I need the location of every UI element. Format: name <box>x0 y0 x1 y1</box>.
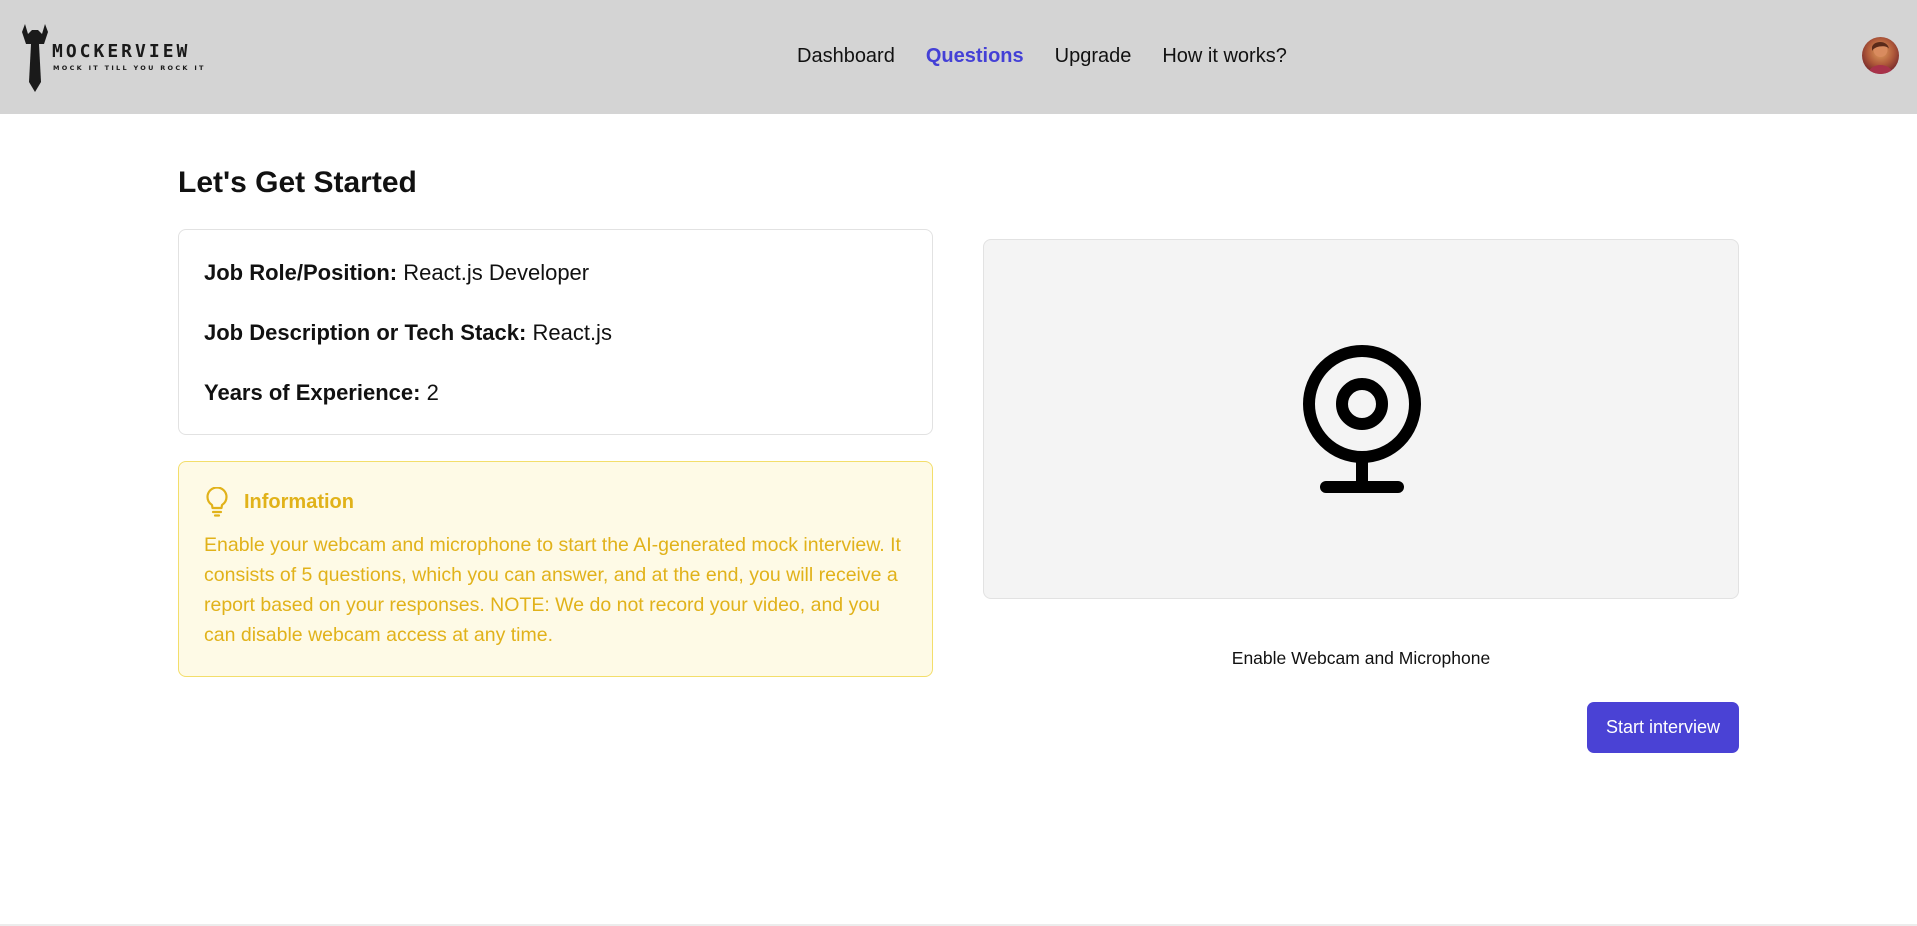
main-nav: Dashboard Questions Upgrade How it works… <box>797 44 1318 68</box>
information-text: Enable your webcam and microphone to sta… <box>204 534 901 646</box>
user-avatar[interactable] <box>1862 37 1899 74</box>
experience-label: Years of Experience: <box>204 380 421 405</box>
logo-tagline: MOCK IT TILL YOU ROCK IT <box>53 64 206 72</box>
nav-upgrade[interactable]: Upgrade <box>1055 44 1132 68</box>
tech-stack-row: Job Description or Tech Stack: React.js <box>204 320 907 346</box>
necktie-icon <box>22 24 48 92</box>
nav-dashboard[interactable]: Dashboard <box>797 44 895 68</box>
information-card: Information Enable your webcam and micro… <box>178 461 933 677</box>
experience-value: 2 <box>426 380 439 405</box>
enable-webcam-link[interactable]: Enable Webcam and Microphone <box>983 647 1739 669</box>
page-title: Let's Get Started <box>178 166 417 199</box>
job-role-value: React.js Developer <box>403 260 590 285</box>
logo-name: MOCKERVIEW <box>52 41 191 62</box>
information-title: Information <box>244 490 354 513</box>
nav-how-it-works[interactable]: How it works? <box>1162 44 1286 68</box>
lightbulb-icon <box>206 487 228 517</box>
start-interview-button[interactable]: Start interview <box>1587 702 1739 753</box>
avatar-image <box>1868 41 1893 74</box>
logo[interactable]: MOCKERVIEW MOCK IT TILL YOU ROCK IT <box>22 22 222 92</box>
job-details-card: Job Role/Position: React.js Developer Jo… <box>178 229 933 435</box>
webcam-icon <box>1303 345 1421 493</box>
tech-stack-label: Job Description or Tech Stack: <box>204 320 527 345</box>
webcam-preview <box>983 239 1739 599</box>
job-role-label: Job Role/Position: <box>204 260 398 285</box>
top-header: MOCKERVIEW MOCK IT TILL YOU ROCK IT Dash… <box>0 0 1917 114</box>
tech-stack-value: React.js <box>532 320 612 345</box>
nav-questions[interactable]: Questions <box>926 44 1024 68</box>
experience-row: Years of Experience: 2 <box>204 380 907 406</box>
information-header: Information <box>204 487 907 517</box>
job-role-row: Job Role/Position: React.js Developer <box>204 260 907 286</box>
